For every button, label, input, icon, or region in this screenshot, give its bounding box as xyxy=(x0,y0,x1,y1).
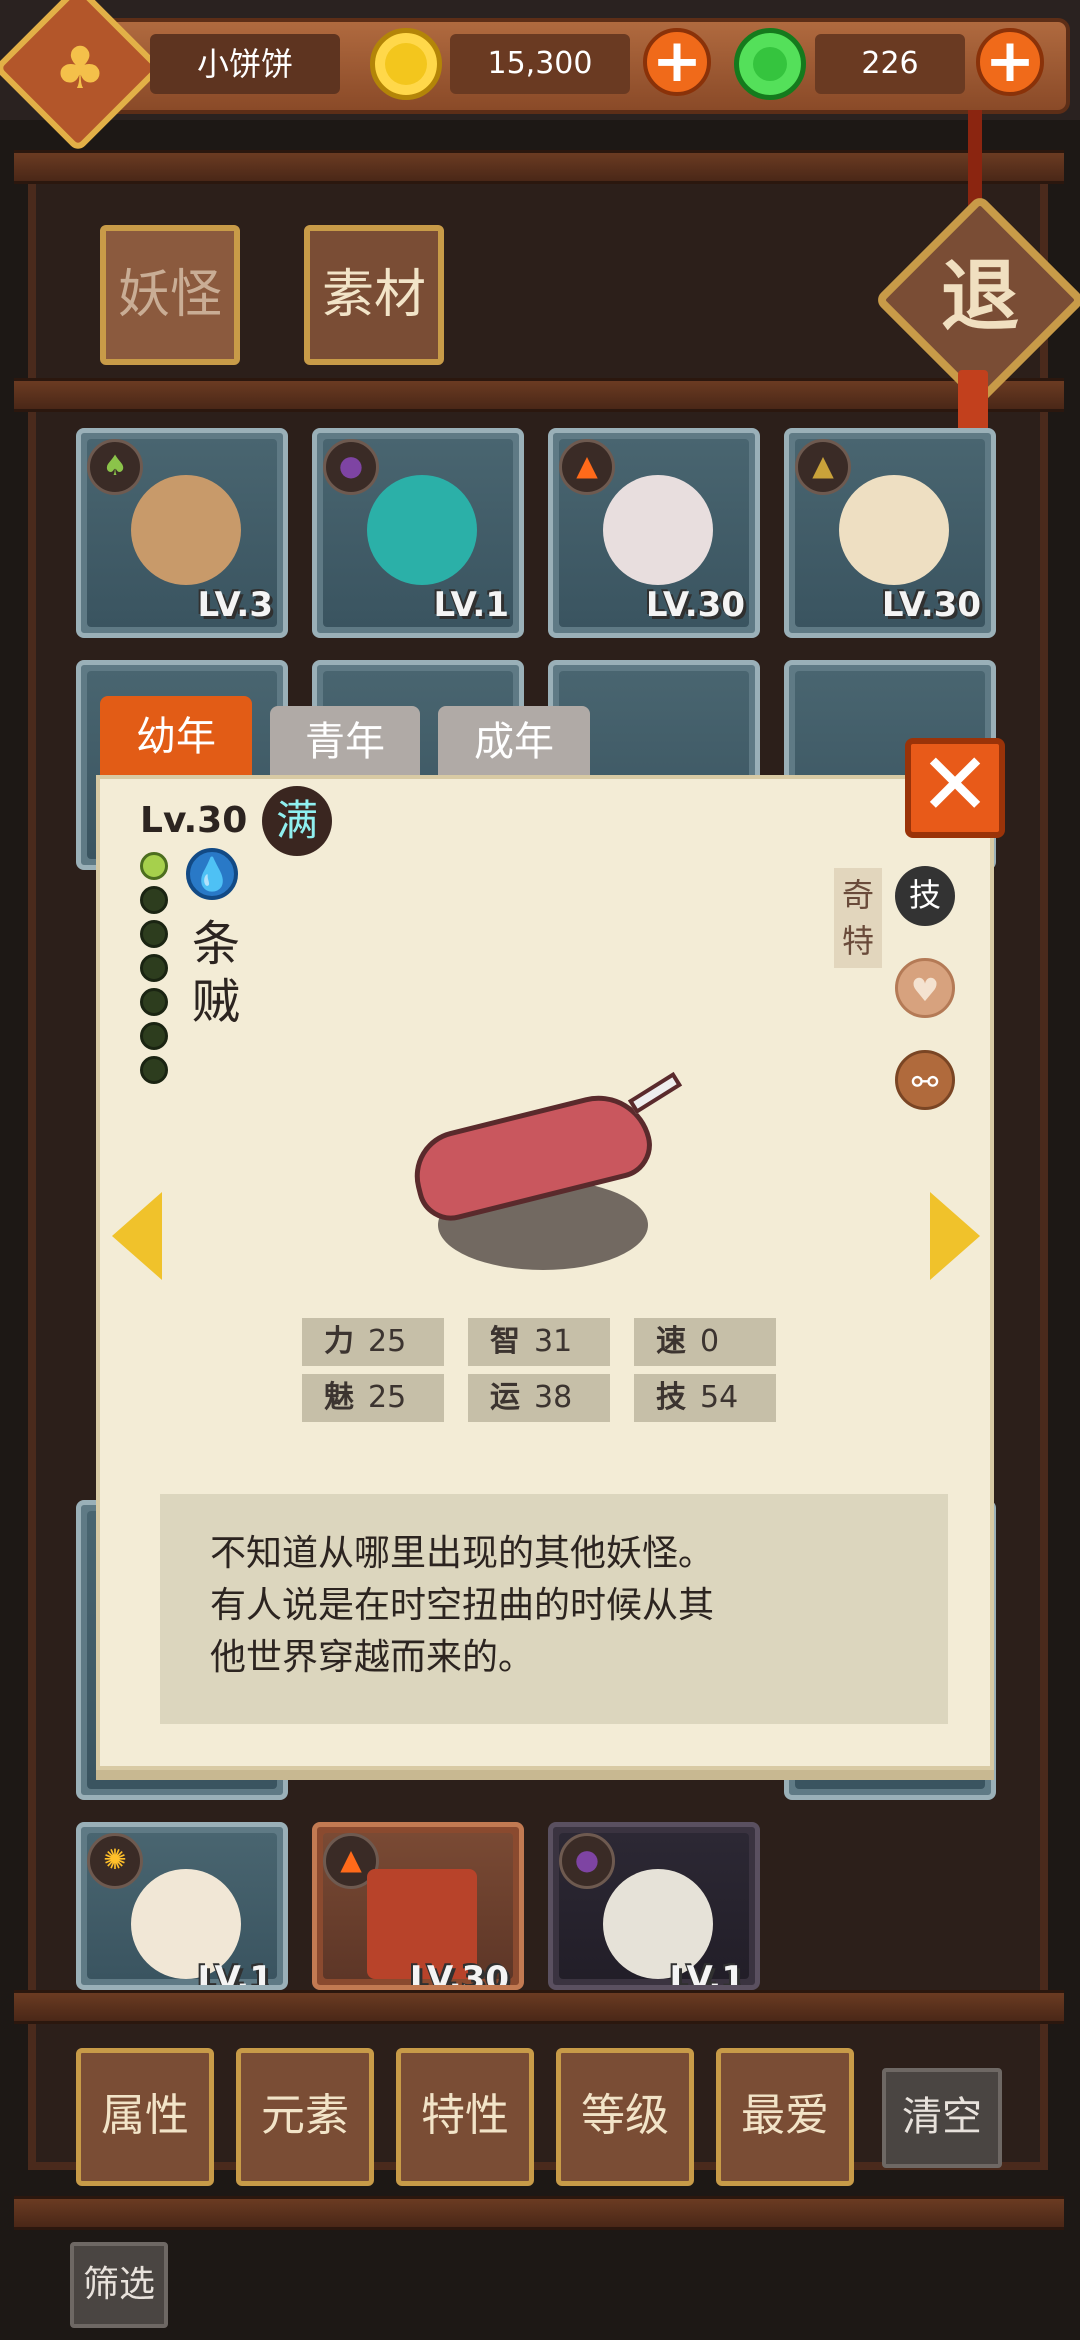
monster-card[interactable]: ● LV.1 xyxy=(312,428,524,638)
skill-button[interactable]: 技 xyxy=(895,866,955,926)
growth-dot xyxy=(140,1022,168,1050)
add-coins-button[interactable]: + xyxy=(643,28,711,96)
tab-juvenile[interactable]: 幼年 xyxy=(100,696,252,778)
trait-tag: 奇特 xyxy=(834,868,882,968)
monster-sprite xyxy=(367,475,477,585)
monster-name: 条贼 xyxy=(191,916,240,1030)
card-level: LV.1 xyxy=(669,1959,746,1990)
stat-skill: 技 54 xyxy=(634,1374,776,1422)
jade-count: 226 xyxy=(815,34,965,94)
stat-strength: 力 25 xyxy=(302,1318,444,1366)
earth-element-icon: ▲ xyxy=(795,439,851,495)
growth-dot xyxy=(140,886,168,914)
close-button[interactable]: ✕ xyxy=(905,738,1005,838)
monster-level: Lv.30 xyxy=(140,800,248,841)
filter-trait-button[interactable]: 特性 xyxy=(396,2048,534,2186)
water-element-icon: 💧 xyxy=(186,848,238,900)
monster-sprite xyxy=(603,475,713,585)
monster-card[interactable]: ✺ LV.1 xyxy=(76,1822,288,1990)
description-line: 不知道从哪里出现的其他妖怪。 xyxy=(210,1533,715,1574)
growth-dot xyxy=(140,852,168,880)
monster-sprite xyxy=(131,475,241,585)
stat-intelligence: 智 31 xyxy=(468,1318,610,1366)
stat-charm: 魅 25 xyxy=(302,1374,444,1422)
shelf-beam xyxy=(14,378,1064,412)
monster-card[interactable]: ● LV.1 xyxy=(548,1822,760,1990)
sun-element-icon: ✺ xyxy=(87,1833,143,1889)
leaf-element-icon: ♠ xyxy=(87,439,143,495)
growth-dot xyxy=(140,1056,168,1084)
dark-element-icon: ● xyxy=(559,1833,615,1889)
filter-level-button[interactable]: 等级 xyxy=(556,2048,694,2186)
heart-icon[interactable]: ♥ xyxy=(895,958,955,1018)
shelf-beam xyxy=(14,1990,1064,2024)
card-level: LV.3 xyxy=(197,585,274,625)
fire-element-icon: ▲ xyxy=(559,439,615,495)
card-level: LV.1 xyxy=(197,1959,274,1990)
monster-card[interactable]: ♠ LV.3 xyxy=(76,428,288,638)
tab-adult[interactable]: 成年 xyxy=(438,706,590,778)
growth-dot xyxy=(140,920,168,948)
stat-luck: 运 38 xyxy=(468,1374,610,1422)
retreat-button[interactable]: 退 xyxy=(915,232,1045,362)
next-monster-arrow[interactable] xyxy=(930,1192,980,1280)
monster-description: 不知道从哪里出现的其他妖怪。 有人说是在时空扭曲的时候从其 他世界穿越而来的。 xyxy=(160,1494,948,1724)
screen-button[interactable]: 筛选 xyxy=(70,2242,168,2328)
dark-element-icon: ● xyxy=(323,439,379,495)
tab-monsters[interactable]: 妖怪 xyxy=(100,225,240,365)
shelf-beam xyxy=(14,150,1064,184)
card-level: LV.30 xyxy=(645,585,745,625)
filter-attribute-button[interactable]: 属性 xyxy=(76,2048,214,2186)
add-jade-button[interactable]: + xyxy=(976,28,1044,96)
description-line: 有人说是在时空扭曲的时候从其 xyxy=(210,1585,715,1626)
monster-sprite xyxy=(839,475,949,585)
coin-icon xyxy=(370,28,442,100)
jade-icon xyxy=(734,28,806,100)
growth-dot xyxy=(140,954,168,982)
filter-element-button[interactable]: 元素 xyxy=(236,2048,374,2186)
shelf-beam xyxy=(14,2196,1064,2230)
full-level-badge: 满 xyxy=(262,786,332,856)
prev-monster-arrow[interactable] xyxy=(112,1192,162,1280)
tab-youth[interactable]: 青年 xyxy=(270,706,420,778)
coin-count: 15,300 xyxy=(450,34,630,94)
card-level: LV.30 xyxy=(409,1959,509,1990)
player-name: 小饼饼 xyxy=(150,34,340,94)
stat-speed: 速0 xyxy=(634,1318,776,1366)
monster-card[interactable]: ▲ LV.30 xyxy=(312,1822,524,1990)
tab-materials[interactable]: 素材 xyxy=(304,225,444,365)
filter-favorite-button[interactable]: 最爱 xyxy=(716,2048,854,2186)
growth-dot xyxy=(140,988,168,1016)
gourd-avatar-icon[interactable]: ♣ xyxy=(38,26,122,110)
monster-card[interactable]: ▲ LV.30 xyxy=(784,428,996,638)
monster-card[interactable]: ▲ LV.30 xyxy=(548,428,760,638)
share-icon[interactable]: ⚯ xyxy=(895,1050,955,1110)
card-level: LV.1 xyxy=(433,585,510,625)
description-line: 他世界穿越而来的。 xyxy=(210,1637,535,1678)
clear-filters-button[interactable]: 清空 xyxy=(882,2068,1002,2168)
card-level: LV.30 xyxy=(881,585,981,625)
